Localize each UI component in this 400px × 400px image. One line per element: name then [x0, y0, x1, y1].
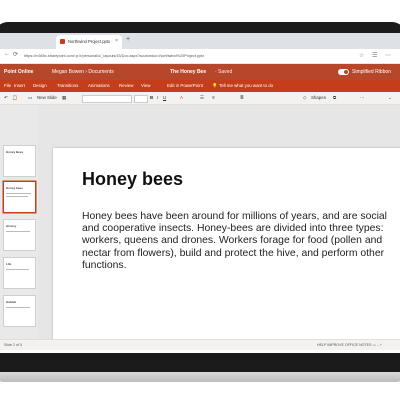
app-name[interactable]: Point Online — [4, 69, 33, 75]
underline-button[interactable]: U — [163, 95, 166, 100]
status-bar-controls[interactable]: HELP IMPROVE OFFICE NOTES ▭ – + — [317, 343, 382, 347]
powerpoint-icon — [60, 39, 65, 44]
url-field[interactable]: https://m365x.sharepoint.com/:p:/r/perso… — [24, 52, 324, 60]
tab-review[interactable]: Review — [119, 83, 133, 88]
save-status: · Saved — [215, 69, 233, 75]
browser-tab-strip: Northwind Project.pptx × + — [0, 33, 400, 49]
align-icon[interactable]: ≣ — [240, 95, 244, 101]
thumbnail-title: Life — [6, 262, 12, 266]
simplified-ribbon-label: Simplified Ribbon — [352, 69, 391, 75]
screen: Northwind Project.pptx × + ← ⟳ https://m… — [0, 33, 400, 353]
thumbnail-text-line — [6, 196, 28, 197]
browser-tab[interactable]: Northwind Project.pptx × — [56, 35, 122, 49]
back-icon[interactable]: ← — [4, 51, 10, 57]
slide-thumbnail-3[interactable]: History — [3, 219, 36, 251]
lightbulb-icon: 💡 — [212, 83, 218, 88]
thumbnail-title: History — [6, 224, 17, 228]
slide[interactable]: Honey bees Honey bees have been around f… — [53, 148, 400, 343]
slide-title[interactable]: Honey bees — [82, 169, 183, 190]
layout-icon[interactable]: ▦ — [62, 95, 66, 101]
clipboard-icon[interactable]: 📋 — [12, 95, 17, 101]
laptop-base — [0, 372, 400, 382]
slide-thumbnail-5[interactable]: Habitat — [3, 295, 36, 327]
app-title-bar: Point Online Megan Bowen › Documents The… — [0, 64, 400, 80]
slide-thumbnail-2[interactable]: Honey bees — [3, 181, 36, 213]
tab-file[interactable]: File — [4, 83, 11, 88]
refresh-icon[interactable]: ⟳ — [13, 51, 18, 58]
font-name-dropdown[interactable] — [82, 95, 132, 103]
shapes-icon[interactable]: ◇ — [303, 95, 306, 101]
breadcrumb[interactable]: Megan Bowen › Documents — [52, 69, 114, 75]
close-tab-icon[interactable]: × — [115, 38, 118, 44]
tab-insert[interactable]: Insert — [14, 83, 25, 88]
ribbon-commands: ↶ 📋 ▭ New Slide ▦ B I U A ☰ ≡ ≣ ◇ Shapes… — [0, 92, 400, 105]
thumbnail-text-line — [6, 231, 30, 232]
document-title[interactable]: The Honey Bee — [170, 69, 206, 75]
new-slide-icon[interactable]: ▭ — [28, 95, 32, 101]
tab-view[interactable]: View — [141, 83, 150, 88]
slide-canvas: Honey bees Honey bees have been around f… — [38, 105, 400, 343]
slide-thumbnail-1[interactable]: Honey Bees — [3, 145, 36, 177]
bullets-icon[interactable]: ☰ — [200, 95, 204, 101]
italic-button[interactable]: I — [157, 95, 158, 100]
shapes-button[interactable]: Shapes — [311, 95, 326, 100]
collapse-ribbon-icon[interactable]: ⌄ — [388, 95, 392, 101]
font-color-icon[interactable]: A — [180, 95, 183, 100]
more-options-icon[interactable]: ⋯ — [360, 95, 364, 101]
font-size-dropdown[interactable] — [134, 95, 148, 103]
browser-tab-title: Northwind Project.pptx — [68, 39, 111, 44]
undo-icon[interactable]: ↶ — [4, 95, 8, 101]
slide-thumbnail-4[interactable]: Life — [3, 257, 36, 289]
thumbnail-title: Honey bees — [6, 186, 23, 190]
tell-me-search[interactable]: Tell me what you want to do — [219, 83, 273, 88]
thumbnail-title: Habitat — [6, 300, 17, 304]
browser-menu-icons[interactable]: ☆ ☰ ⋯ — [359, 52, 394, 59]
slide-counter: Slide 2 of 5 — [4, 343, 22, 347]
address-bar: ← ⟳ https://m365x.sharepoint.com/:p:/r/p… — [0, 49, 400, 64]
thumbnail-title: Honey Bees — [6, 150, 24, 154]
tab-design[interactable]: Design — [33, 83, 47, 88]
new-tab-button[interactable]: + — [126, 36, 130, 43]
slide-body-text[interactable]: Honey bees have been around for millions… — [82, 211, 400, 272]
simplified-ribbon-toggle[interactable] — [338, 69, 349, 75]
arrange-icon[interactable]: ⧉ — [333, 95, 336, 100]
tab-animations[interactable]: Animations — [88, 83, 110, 88]
tab-edit-in-powerpoint[interactable]: Edit in PowerPoint — [167, 83, 203, 88]
slide-thumbnails-pane: Honey Bees Honey bees History Life Habit… — [0, 105, 38, 339]
status-bar: Slide 2 of 5 HELP IMPROVE OFFICE NOTES ▭… — [0, 339, 400, 350]
thumbnail-text-line — [6, 307, 30, 308]
thumbnail-text-line — [6, 193, 31, 194]
numbering-icon[interactable]: ≡ — [212, 95, 215, 100]
bold-button[interactable]: B — [150, 95, 153, 100]
ribbon-tabs: File Insert Design Transitions Animation… — [0, 80, 400, 92]
thumbnail-text-line — [6, 269, 29, 270]
tab-transitions[interactable]: Transitions — [57, 83, 78, 88]
new-slide-button[interactable]: New Slide — [37, 95, 57, 100]
